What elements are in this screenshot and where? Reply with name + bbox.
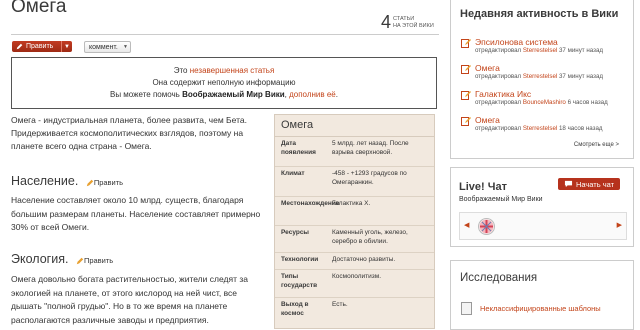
section-heading-population: Население. Править [11, 174, 124, 188]
chat-wiki-name: Воображаемый Мир Вики [459, 196, 543, 203]
activity-user-link[interactable]: BounceMashiro [523, 99, 566, 106]
infobox-row: Климат -458 - +1293 градусов по Омегаранк… [275, 167, 434, 197]
activity-user-link[interactable]: Sterrestelsel [523, 125, 557, 132]
title-divider [11, 34, 439, 35]
chevron-right-icon[interactable]: ▶ [617, 221, 622, 229]
chat-bubble-icon [564, 180, 572, 188]
infobox-row: Дата появления 5 млрд. лет назад. После в… [275, 137, 434, 167]
chat-module: Live! Чат Начать чат Воображаемый Мир Ви… [450, 167, 634, 247]
section-heading-ecology: Экология. Править [11, 252, 114, 266]
edit-button[interactable]: Править ▼ [12, 41, 72, 52]
chevron-left-icon[interactable]: ◀ [464, 221, 469, 229]
infobox-row: Местонахождение Галактика Х. [275, 197, 434, 226]
expand-link[interactable]: дополнив её [289, 90, 336, 99]
edit-page-icon [461, 65, 471, 74]
infobox-row: Типы государств Космополитизм. [275, 270, 434, 298]
pencil-icon [86, 179, 94, 187]
research-item[interactable]: Неклассифицированные шаблоны [461, 302, 601, 315]
edit-page-icon [461, 117, 471, 126]
chevron-down-icon[interactable]: ▼ [62, 44, 72, 50]
section-edit-link[interactable]: Править [76, 256, 113, 265]
activity-article-link[interactable]: Галактика Икс [475, 89, 608, 99]
infobox-row: Ресурсы Каменный уголь, железо, серебро в… [275, 226, 434, 253]
chevron-down-icon[interactable]: ▼ [121, 44, 130, 50]
activity-article-link[interactable]: Омега [475, 115, 603, 125]
section-edit-link[interactable]: Править [86, 178, 123, 187]
article-count-label-2: на этой вики [393, 22, 434, 29]
start-chat-button[interactable]: Начать чат [558, 178, 620, 190]
pencil-icon [15, 43, 24, 50]
stub-link[interactable]: незавершенная статья [190, 66, 275, 75]
activity-article-link[interactable]: Омега [475, 63, 603, 73]
activity-item: Омега отредактировал Sterrestelsel 37 ми… [461, 63, 603, 81]
article-count: 4 [381, 12, 392, 32]
research-item-label: Неклассифицированные шаблоны [480, 304, 601, 313]
edit-page-icon [461, 39, 471, 48]
chat-title: Live! Чат [459, 181, 507, 193]
document-icon [461, 302, 472, 315]
see-more-link[interactable]: Смотреть еще > [574, 142, 619, 148]
wiki-name: Воображаемый Мир Вики [182, 90, 285, 99]
activity-item: Галактика Икс отредактировал BounceMashi… [461, 89, 608, 107]
infobox: Омега Дата появления 5 млрд. лет назад. П… [274, 114, 435, 329]
article-counter: 4 статьи на этой вики [381, 13, 434, 31]
section-text-population: Население составляет около 10 млрд. суще… [11, 195, 261, 232]
article-main: Омега 4 статьи на этой вики Править ▼ ко… [0, 0, 440, 329]
recent-activity-module: Недавняя активность в Вики Эпсилонова си… [450, 0, 634, 159]
activity-user-link[interactable]: Sterrestelsel [523, 73, 557, 80]
stub-notice: Это незавершенная статья Она содержит не… [11, 57, 437, 109]
edit-page-icon [461, 91, 471, 100]
activity-user-link[interactable]: Sterrestelsel [523, 47, 557, 54]
pencil-icon [76, 257, 84, 265]
chat-users-carousel: ◀ ▶ [459, 212, 627, 240]
activity-item: Омега отредактировал Sterrestelsel 18 ча… [461, 115, 603, 133]
recent-activity-title: Недавняя активность в Вики [460, 8, 619, 20]
activity-article-link[interactable]: Эпсилонова система [475, 37, 603, 47]
research-title: Исследования [460, 272, 538, 284]
infobox-row: Технологии Достаточно развиты. [275, 253, 434, 270]
infobox-row: Выход в космос Есть. [281, 301, 348, 317]
edit-button-label: Править [26, 43, 54, 50]
section-text-ecology: Омега довольно богата растительностью, ж… [11, 274, 248, 325]
page-title: Омега [11, 0, 67, 17]
comment-button[interactable]: коммент. ▼ [84, 41, 131, 53]
comment-button-label: коммент. [89, 43, 118, 51]
research-module: Исследования Неклассифицированные шаблон… [450, 260, 634, 330]
user-avatar[interactable] [478, 218, 495, 235]
infobox-title: Омега [275, 115, 434, 137]
activity-item: Эпсилонова система отредактировал Sterre… [461, 37, 603, 55]
lead-paragraph: Омега - индустриальная планета, более ра… [11, 115, 247, 151]
